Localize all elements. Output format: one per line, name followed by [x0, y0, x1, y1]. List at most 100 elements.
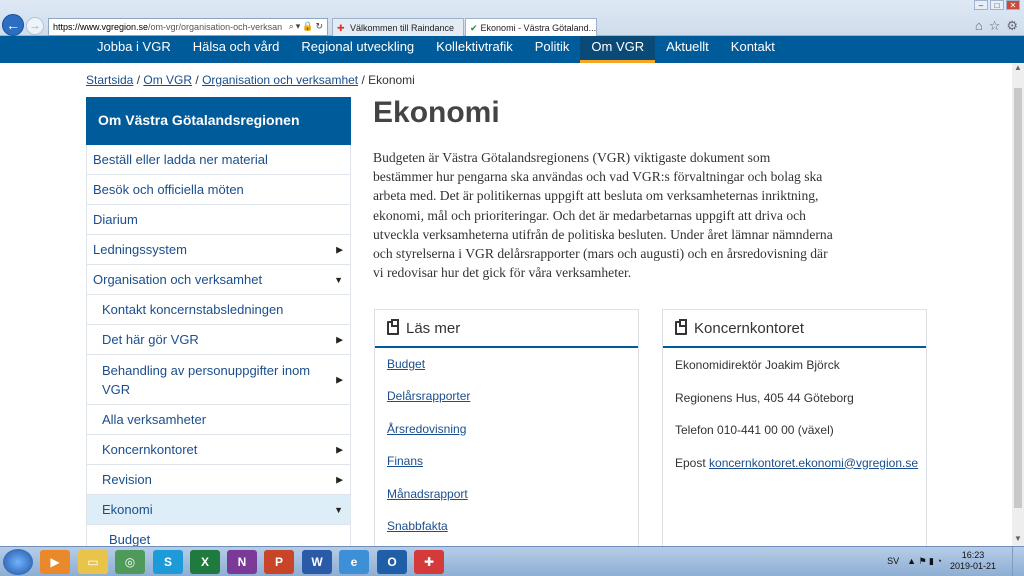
sidebar-item-alla-verksamheter[interactable]: Alla verksamheter	[86, 405, 351, 435]
sidebar-item-kontakt-koncernstab[interactable]: Kontakt koncernstabsledningen	[86, 295, 351, 325]
tray-icons[interactable]: ▲ ⚑ ▮ ◔	[907, 556, 942, 567]
forward-icon[interactable]: →	[26, 17, 44, 35]
clock-time: 16:23	[961, 550, 985, 560]
sidebar-item-diarium[interactable]: Diarium	[86, 205, 351, 235]
office-card: Koncernkontoret Ekonomidirektör Joakim B…	[662, 309, 927, 549]
breadcrumb-om-vgr[interactable]: Om VGR	[143, 73, 192, 87]
browser-chrome: ← → https://www.vgregion.se/om-vgr/organ…	[0, 0, 1024, 36]
office-director: Ekonomidirektör Joakim Björck	[675, 358, 840, 372]
card-header: Koncernkontoret	[663, 310, 926, 348]
read-more-card: Läs mer Budget Delårsrapporter Årsredovi…	[374, 309, 639, 549]
back-icon[interactable]: ←	[2, 14, 24, 36]
file-explorer-icon[interactable]: ▭	[78, 550, 108, 574]
nav-kollektivtrafik[interactable]: Kollektivtrafik	[425, 36, 524, 63]
breadcrumb-startsida[interactable]: Startsida	[86, 73, 133, 87]
nav-aktuellt[interactable]: Aktuellt	[655, 36, 720, 63]
link-manadsrapport[interactable]: Månadsrapport	[387, 487, 638, 520]
clipboard-icon	[675, 319, 687, 335]
sidebar-title[interactable]: Om Västra Götalandsregionen	[86, 97, 351, 145]
sidebar-item-label: Revision	[102, 472, 152, 487]
intro-text: Budgeten är Västra Götalandsregionens (V…	[373, 150, 833, 281]
nav-jobba[interactable]: Jobba i VGR	[86, 36, 182, 63]
card-header: Läs mer	[375, 310, 638, 348]
onenote-icon[interactable]: N	[227, 550, 257, 574]
system-tray: SV ▲ ⚑ ▮ ◔ 16:23 2019-01-21	[887, 550, 996, 572]
sidebar-item-label: Beställ eller ladda ner material	[93, 152, 268, 167]
link-arsredovisning[interactable]: Årsredovisning	[387, 423, 638, 455]
minimize-icon[interactable]: –	[974, 0, 988, 10]
favorites-star-icon[interactable]: ☆	[989, 18, 1001, 34]
page-title: Ekonomi	[373, 96, 500, 129]
url-domain: https://www.vgregion.se	[53, 22, 149, 32]
link-delarsrapporter[interactable]: Delårsrapporter	[387, 390, 638, 422]
nav-halsa[interactable]: Hälsa och vård	[182, 36, 291, 63]
expand-arrow-icon[interactable]: ▶	[336, 370, 343, 389]
link-budget[interactable]: Budget	[387, 358, 638, 390]
media-player-icon[interactable]: ▶	[40, 550, 70, 574]
scroll-thumb[interactable]	[1014, 88, 1022, 508]
show-desktop-button[interactable]	[1012, 547, 1024, 576]
sidebar-item-organisation[interactable]: Organisation och verksamhet ▼	[86, 265, 351, 295]
nav-regional[interactable]: Regional utveckling	[290, 36, 425, 63]
expand-arrow-icon[interactable]: ▶	[336, 474, 343, 485]
sidebar-item-besok[interactable]: Besök och officiella möten	[86, 175, 351, 205]
maximize-icon[interactable]: □	[990, 0, 1004, 10]
tab-ekonomi[interactable]: ✔ Ekonomi - Västra Götaland... ×	[465, 18, 597, 36]
breadcrumb-current: Ekonomi	[368, 73, 415, 87]
scroll-down-icon[interactable]: ▼	[1012, 534, 1024, 546]
link-finans[interactable]: Finans	[387, 455, 638, 487]
nav-om-vgr[interactable]: Om VGR	[580, 36, 656, 63]
internet-explorer-icon[interactable]: e	[339, 550, 369, 574]
clock[interactable]: 16:23 2019-01-21	[950, 550, 996, 572]
sidebar-item-label: Ekonomi	[102, 502, 153, 517]
scroll-up-icon[interactable]: ▲	[1012, 63, 1024, 75]
tab-close-icon[interactable]: ×	[596, 23, 597, 33]
skype-icon[interactable]: S	[153, 550, 183, 574]
sidebar-item-ekonomi[interactable]: Ekonomi ▼	[86, 495, 351, 525]
expand-arrow-icon[interactable]: ▶	[336, 444, 343, 455]
outlook-icon[interactable]: O	[377, 550, 407, 574]
start-button[interactable]	[3, 549, 33, 575]
office-contact: Ekonomidirektör Joakim Björck Regionens …	[663, 348, 926, 488]
address-bar[interactable]: https://www.vgregion.se/om-vgr/organisat…	[48, 18, 328, 36]
excel-icon[interactable]: X	[190, 550, 220, 574]
url-path: /om-vgr/organisation-och-verksan	[148, 22, 283, 32]
expand-arrow-icon[interactable]: ▶	[336, 334, 343, 345]
sidebar-item-personuppgifter[interactable]: Behandling av personuppgifter inom VGR ▶	[86, 355, 351, 405]
expand-arrow-icon[interactable]: ▶	[336, 244, 343, 255]
tab-label: Ekonomi - Västra Götaland...	[480, 22, 597, 33]
raindance-app-icon[interactable]: ✚	[414, 550, 444, 574]
nav-politik[interactable]: Politik	[524, 36, 581, 63]
collapse-arrow-icon[interactable]: ▼	[334, 505, 343, 515]
sidebar-item-label: Ledningssystem	[93, 242, 187, 257]
raindance-favicon-icon: ✚	[337, 22, 345, 33]
breadcrumb-separator: /	[133, 73, 144, 87]
office-email-line: Epost koncernkontoret.ekonomi@vgregion.s…	[675, 456, 926, 489]
page-scrollbar[interactable]: ▲ ▼	[1012, 63, 1024, 546]
sidebar-item-revision[interactable]: Revision ▶	[86, 465, 351, 495]
tab-label: Välkommen till Raindance	[350, 22, 455, 33]
nav-kontakt[interactable]: Kontakt	[720, 36, 786, 63]
breadcrumb-separator: /	[358, 73, 369, 87]
office-address: Regionens Hus, 405 44 Göteborg	[675, 390, 854, 405]
powerpoint-icon[interactable]: P	[264, 550, 294, 574]
email-link[interactable]: koncernkontoret.ekonomi@vgregion.se	[709, 456, 918, 470]
card-title: Koncernkontoret	[694, 319, 805, 337]
close-window-icon[interactable]: ✕	[1006, 0, 1020, 10]
sidebar-item-bestall[interactable]: Beställ eller ladda ner material	[86, 145, 351, 175]
network-icon[interactable]: ◎	[115, 550, 145, 574]
window-controls: – □ ✕	[974, 0, 1020, 10]
language-indicator[interactable]: SV	[887, 556, 899, 566]
home-icon[interactable]: ⌂	[975, 18, 983, 34]
site-navigation: Jobba i VGR Hälsa och vård Regional utve…	[0, 36, 1024, 63]
tab-raindance[interactable]: ✚ Välkommen till Raindance	[332, 18, 464, 36]
breadcrumb-organisation[interactable]: Organisation och verksamhet	[202, 73, 358, 87]
address-bar-icons[interactable]: ⌕▾🔒↻	[286, 21, 325, 32]
sidebar-item-label: Budget	[109, 532, 151, 547]
sidebar-item-koncernkontoret[interactable]: Koncernkontoret ▶	[86, 435, 351, 465]
word-icon[interactable]: W	[302, 550, 332, 574]
sidebar-item-ledningssystem[interactable]: Ledningssystem ▶	[86, 235, 351, 265]
settings-gear-icon[interactable]: ⚙	[1006, 18, 1018, 34]
collapse-arrow-icon[interactable]: ▼	[334, 275, 343, 285]
sidebar-item-det-har-gor-vgr[interactable]: Det här gör VGR ▶	[86, 325, 351, 355]
